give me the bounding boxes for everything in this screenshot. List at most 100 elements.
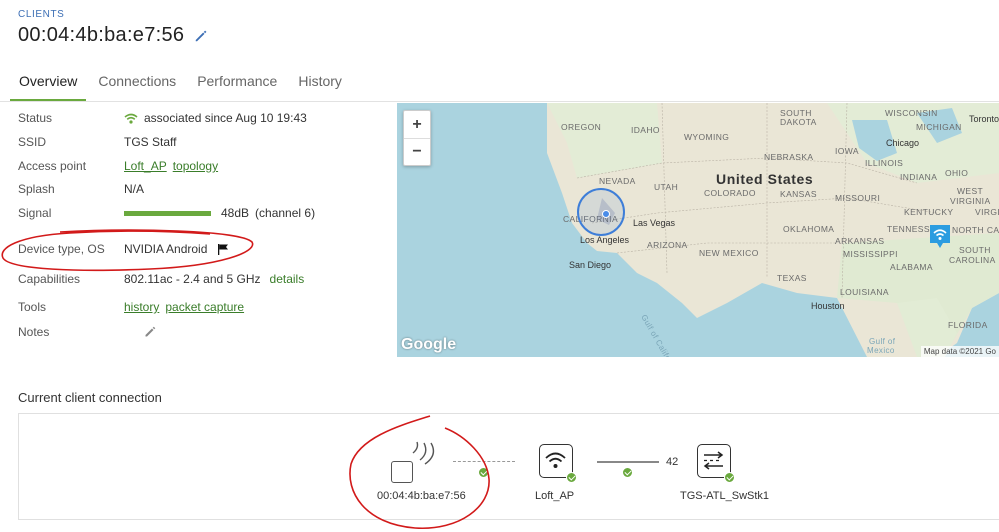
map-label-las-vegas: Las Vegas: [633, 218, 676, 228]
map-label-oklahoma: OKLAHOMA: [783, 224, 835, 234]
capabilities-value: 802.11ac - 2.4 and 5 GHz: [124, 272, 261, 286]
map-label-gulf-of-mexico-1: Gulf of: [869, 337, 896, 346]
row-status: Status associated since Aug 10 19:43: [18, 111, 393, 125]
pencil-edit-icon[interactable]: [194, 29, 208, 43]
map-label-colorado: COLORADO: [704, 188, 756, 198]
map-label-new-mexico: NEW MEXICO: [699, 248, 759, 258]
access-point-map-pin-icon[interactable]: [928, 223, 952, 249]
map-label-toronto: Toronto: [969, 114, 999, 124]
packet-capture-link[interactable]: packet capture: [165, 300, 244, 314]
map-label-oregon: OREGON: [561, 122, 602, 132]
wifi-icon: [545, 452, 566, 468]
map-label-west-virginia-2: VIRGINIA: [950, 196, 991, 206]
map-label-south-carolina-2: CAROLINA: [949, 255, 996, 265]
map-label-wisconsin: WISCONSIN: [885, 108, 938, 118]
map-label-houston: Houston: [811, 301, 845, 311]
map-label-nevada: NEVADA: [599, 176, 636, 186]
map-label-kansas: KANSAS: [780, 189, 817, 199]
map-label-arkansas: ARKANSAS: [835, 236, 885, 246]
signal-strength-bar: [124, 210, 211, 216]
page-title: 00:04:4b:ba:e7:56: [18, 24, 185, 46]
map-label-nebraska: NEBRASKA: [764, 152, 814, 162]
signal-label: Signal: [18, 206, 52, 220]
splash-label: Splash: [18, 182, 55, 196]
notes-label: Notes: [18, 325, 50, 339]
status-label: Status: [18, 111, 53, 125]
tab-connections[interactable]: Connections: [89, 70, 185, 102]
signal-channel: (channel 6): [255, 206, 316, 220]
row-ssid: SSID TGS Staff: [18, 135, 393, 149]
map-label-louisiana: LOUISIANA: [840, 287, 889, 297]
zoom-in-button[interactable]: +: [404, 111, 430, 138]
map-label-san-diego: San Diego: [569, 260, 612, 270]
red-annotation-ellipse: [1, 229, 254, 272]
map-label-arizona: ARIZONA: [647, 240, 688, 250]
details-link[interactable]: details: [270, 272, 305, 286]
tab-history[interactable]: History: [289, 70, 351, 102]
tab-divider: [0, 101, 999, 102]
history-link[interactable]: history: [124, 300, 159, 314]
red-annotation-circle: [349, 415, 490, 529]
map-label-gulf-of-mexico-2: Mexico: [867, 346, 895, 355]
switch-node-label[interactable]: TGS-ATL_SwStk1: [680, 490, 769, 502]
row-splash: Splash N/A: [18, 182, 393, 196]
map-label-iowa: IOWA: [835, 146, 859, 156]
map-label-alabama: ALABAMA: [890, 262, 933, 272]
map-label-idaho: IDAHO: [631, 125, 660, 135]
map-label-wyoming: WYOMING: [684, 132, 730, 142]
capabilities-label: Capabilities: [18, 272, 81, 286]
map-label-chicago: Chicago: [886, 138, 920, 148]
map-label-mississippi: MISSISSIPPI: [843, 249, 898, 259]
tab-bar: Overview Connections Performance History: [10, 70, 354, 102]
ssid-value: TGS Staff: [124, 135, 177, 149]
map-label-ohio: OHIO: [945, 168, 969, 178]
map-label-illinois: ILLINOIS: [865, 158, 904, 168]
map-label-south-dakota-2: DAKOTA: [780, 117, 817, 127]
switch-ok-icon: [724, 472, 735, 483]
map-label-west-virginia-1: WEST: [957, 186, 984, 196]
tools-label: Tools: [18, 300, 47, 314]
map-label-utah: UTAH: [654, 182, 679, 192]
switch-arrows-icon: [703, 451, 724, 470]
map-label-missouri: MISSOURI: [835, 193, 881, 203]
google-logo[interactable]: Google: [401, 336, 456, 354]
map-label-indiana: INDIANA: [900, 172, 938, 182]
row-signal: Signal 48dB (channel 6): [18, 206, 393, 220]
client-location-ring[interactable]: [577, 188, 625, 236]
map-label-north-carolina: NORTH CAROLINA: [952, 225, 999, 235]
uplink-line: [597, 461, 659, 463]
uplink-port-label: 42: [666, 456, 679, 468]
access-point-link[interactable]: Loft_AP: [124, 159, 167, 173]
map-panel[interactable]: + − OREGON IDAHO WYOMING SOUTH DAKOTA WI…: [397, 103, 999, 357]
map-label-virginia: VIRGINIA: [975, 207, 999, 217]
map-label-united-states: United States: [716, 171, 814, 187]
notes-edit-icon[interactable]: [144, 326, 156, 338]
breadcrumb[interactable]: CLIENTS: [18, 9, 64, 20]
topology-link[interactable]: topology: [173, 159, 218, 173]
splash-value: N/A: [124, 182, 145, 196]
uplink-ok-icon: [622, 467, 633, 478]
connection-section-title: Current client connection: [18, 390, 162, 405]
map-label-los-angeles: Los Angeles: [580, 235, 630, 245]
map-label-michigan: MICHIGAN: [916, 122, 962, 132]
row-capabilities: Capabilities 802.11ac - 2.4 and 5 GHz de…: [18, 272, 393, 286]
map-label-florida: FLORIDA: [948, 320, 988, 330]
row-notes: Notes: [18, 325, 393, 339]
row-access-point: Access point Loft_AP topology: [18, 159, 393, 173]
wifi-status-icon: [124, 113, 138, 124]
access-point-node-label[interactable]: Loft_AP: [535, 490, 574, 502]
map-attribution[interactable]: Map data ©2021 Go: [920, 346, 999, 357]
access-point-label: Access point: [18, 159, 87, 173]
map-label-kentucky: KENTUCKY: [904, 207, 954, 217]
tab-performance[interactable]: Performance: [188, 70, 286, 102]
access-point-ok-icon: [566, 472, 577, 483]
connection-diagram-panel: [18, 413, 999, 520]
map-label-texas: TEXAS: [777, 273, 807, 283]
status-value: associated since Aug 10 19:43: [144, 111, 307, 125]
tab-overview[interactable]: Overview: [10, 70, 87, 102]
title-row: 00:04:4b:ba:e7:56: [18, 24, 208, 47]
zoom-controls: + −: [403, 110, 431, 166]
ssid-label: SSID: [18, 135, 47, 149]
client-location-dot[interactable]: [602, 210, 610, 218]
zoom-out-button[interactable]: −: [404, 138, 430, 165]
